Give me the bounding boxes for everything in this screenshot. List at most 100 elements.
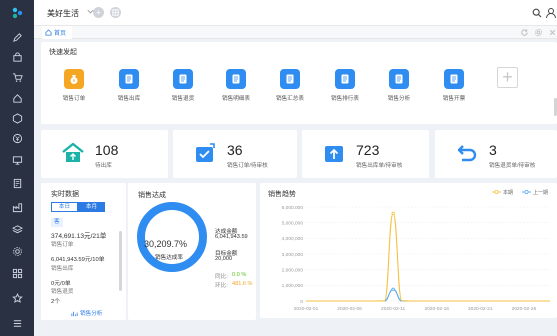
quick-item-label: 销售分析: [387, 96, 411, 102]
sidebar-item-factory[interactable]: [9, 200, 25, 214]
money-icon: [12, 133, 22, 143]
stat-value: 3: [489, 142, 497, 158]
series-peak-point: [391, 211, 395, 215]
realtime-value: 0元/0单: [51, 281, 71, 287]
quick-item-label: 销售排行表: [331, 96, 359, 102]
sidebar-item-apps[interactable]: [9, 266, 25, 280]
gear-icon: [12, 246, 22, 256]
gear-icon[interactable]: [534, 28, 543, 37]
sales-analysis-link[interactable]: 销售分析: [71, 309, 102, 317]
y-tick-label: 0: [300, 299, 303, 305]
refresh-icon[interactable]: [520, 28, 529, 37]
quick-item-label: 销售汇总表: [276, 96, 304, 102]
quick-launch-card: 快速发起 ¥ 销售订单 销售出库 销售退货 销售明细表 销售汇总表 销售排行表 …: [41, 42, 557, 124]
realtime-label: 销售出库: [51, 266, 74, 272]
add-quick-item-button[interactable]: +: [497, 67, 518, 88]
quick-item-label: 销售开票: [442, 96, 466, 102]
home-icon: [12, 93, 22, 103]
add-icon[interactable]: +: [93, 7, 104, 18]
user-icon[interactable]: [545, 7, 557, 19]
top-bar: 美好生活 +: [34, 0, 557, 26]
sidebar-item-home[interactable]: [9, 91, 25, 105]
mom-value: 481.6 %: [232, 281, 253, 287]
upload-box-icon: [325, 146, 343, 162]
sidebar-item-layers[interactable]: [9, 222, 25, 236]
customer-badge: 客: [51, 218, 63, 227]
realtime-value: 6,041,943.59元/10单: [51, 257, 105, 263]
quick-item-sales-summary[interactable]: 销售汇总表: [270, 69, 310, 102]
realtime-value: 374,691.13元/21单: [51, 233, 107, 240]
x-tick-label: 2020-02-11: [381, 306, 406, 312]
y-tick-label: 1,000,000: [282, 283, 304, 289]
stat-card-sales-return[interactable]: 3 销售退货单/待审核: [435, 130, 557, 178]
layers-icon: [11, 224, 23, 233]
quick-item-label: 销售订单: [62, 96, 86, 102]
cart-icon: [12, 72, 23, 82]
scrollbar[interactable]: [119, 231, 122, 291]
legend-marker: [524, 190, 529, 195]
quick-item-sales-invoice[interactable]: 销售开票: [434, 69, 474, 102]
stat-label: 销售出库单/待审核: [356, 163, 403, 169]
stat-value: 723: [356, 142, 380, 158]
sidebar-item-monitor[interactable]: [9, 153, 25, 167]
sidebar-item-cart[interactable]: [9, 70, 25, 84]
achievement-rate-label: 销售达成率: [155, 255, 183, 261]
stat-card-sales-out[interactable]: 723 销售出库单/待审核: [302, 130, 429, 178]
sidebar: [0, 0, 34, 336]
star-icon: [11, 292, 23, 303]
sidebar-item-box[interactable]: [9, 111, 25, 125]
app-title[interactable]: 美好生活: [47, 8, 79, 19]
monitor-icon: [12, 155, 22, 165]
achievement-ring: [137, 202, 207, 272]
series-line: [306, 288, 550, 302]
x-tick-label: 2020-02-06: [337, 306, 362, 312]
box-icon: [12, 112, 22, 124]
checklist-icon: [196, 143, 215, 162]
sidebar-item-bag[interactable]: [9, 50, 25, 64]
quick-item-sales-ranking[interactable]: 销售排行表: [325, 69, 365, 102]
realtime-label: 销售退货: [51, 289, 74, 295]
stat-label: 销售退货单/待审核: [489, 163, 536, 169]
mom-label: 环比:: [215, 283, 228, 289]
realtime-count: 2个: [51, 299, 61, 305]
trend-chart: 0 1,000,000 2,000,000 3,000,000 4,000,000 5,0…: [282, 189, 550, 312]
edit-icon: [12, 32, 22, 42]
close-icon[interactable]: [548, 28, 557, 37]
quick-item-sales-return[interactable]: 销售退货: [163, 69, 203, 102]
return-icon: [457, 145, 477, 162]
tab-home[interactable]: 首页: [42, 26, 73, 39]
realtime-label: 销售订单: [51, 242, 74, 248]
tab-today[interactable]: 本日: [51, 202, 78, 212]
sidebar-item-money[interactable]: [9, 131, 25, 145]
quick-item-label: 销售出库: [117, 96, 141, 102]
quick-item-sales-order[interactable]: ¥ 销售订单: [54, 69, 94, 102]
search-icon[interactable]: [532, 8, 542, 18]
legend-marker: [494, 190, 499, 195]
stat-card-sales-order[interactable]: 36 销售订单/待审核: [173, 130, 297, 178]
document-icon: [444, 69, 464, 89]
window-icon[interactable]: [110, 7, 121, 18]
quick-item-sales-out[interactable]: 销售出库: [109, 69, 149, 102]
achievement-percent: 30,209.7%: [144, 239, 188, 249]
stat-card-pending-out[interactable]: 108 待出库: [41, 130, 168, 178]
document-icon: [173, 69, 193, 89]
y-tick-label: 2,000,000: [282, 267, 304, 273]
document-icon: [389, 69, 409, 89]
amount-value: 6,041,943.59: [215, 234, 248, 240]
document-icon: [13, 178, 21, 188]
yoy-value: 0.0 %: [232, 272, 247, 278]
series-line: [306, 212, 550, 302]
quick-item-sales-analysis[interactable]: 销售分析: [379, 69, 419, 102]
factory-icon: [12, 202, 22, 212]
sidebar-item-settings[interactable]: [9, 244, 25, 258]
menu-icon: [13, 319, 21, 327]
quick-item-sales-detail[interactable]: 销售明细表: [216, 69, 256, 102]
sidebar-item-collapse[interactable]: [9, 316, 25, 330]
realtime-card: 实时数据 本日 本月 客 374,691.13元/21单 销售订单 6,041,…: [41, 183, 126, 320]
sidebar-item-doc[interactable]: [9, 176, 25, 190]
tab-month[interactable]: 本月: [78, 202, 105, 212]
shopping-bag-icon: [12, 51, 22, 62]
sidebar-item-edit[interactable]: [9, 30, 25, 44]
sidebar-item-favorites[interactable]: [9, 291, 25, 305]
quick-launch-title: 快速发起: [49, 49, 77, 56]
